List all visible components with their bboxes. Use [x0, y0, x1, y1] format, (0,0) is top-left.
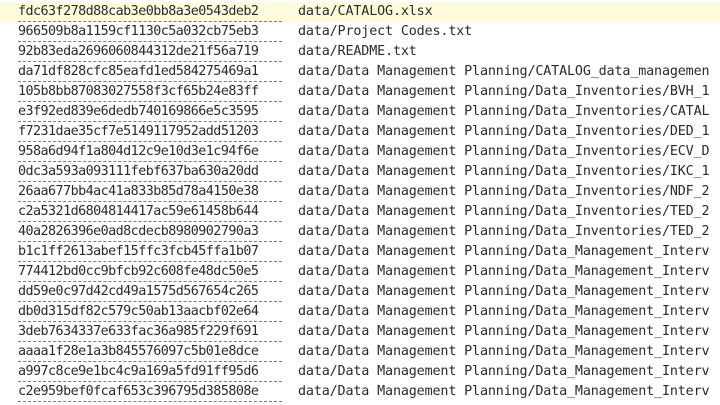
- checksum: 958a6d94f1a804d12c9e10d3e1c94f6e: [18, 142, 282, 162]
- text-line[interactable]: 92b83eda2696060844312de21f56a719 data/RE…: [0, 42, 720, 62]
- text-line[interactable]: c2e959bef0fcaf653c396795d385808e data/Da…: [0, 382, 720, 402]
- text-line[interactable]: da71df828cfc85eafd1ed584275469a1 data/Da…: [0, 62, 720, 82]
- checksum: b1c1ff2613abef15ffc3fcb45ffa1b07: [18, 242, 282, 262]
- file-path: data/Data Management Planning/Data_Manag…: [298, 284, 710, 299]
- file-path: data/Data Management Planning/Data_Manag…: [298, 344, 710, 359]
- file-path: data/Data Management Planning/CATALOG_da…: [298, 64, 710, 79]
- checksum: 105b8bb87083027558f3cf65b24e83ff: [18, 82, 282, 102]
- file-path: data/Data Management Planning/Data_Inven…: [298, 204, 710, 219]
- file-path: data/Data Management Planning/Data_Inven…: [298, 224, 710, 239]
- checksum: 26aa677bb4ac41a833b85d78a4150e38: [18, 182, 282, 202]
- text-editor[interactable]: fdc63f278d88cab3e0bb8a3e0543deb2 data/CA…: [0, 0, 720, 405]
- text-line[interactable]: 40a2826396e0ad8cdecb8980902790a3 data/Da…: [0, 222, 720, 242]
- text-line[interactable]: 3deb7634337e633fac36a985f229f691 data/Da…: [0, 322, 720, 342]
- text-line[interactable]: 0dc3a593a093111febf637ba630a20dd data/Da…: [0, 162, 720, 182]
- text-line[interactable]: dd59e0c97d42cd49a1575d567654c265 data/Da…: [0, 282, 720, 302]
- checksum: c2e959bef0fcaf653c396795d385808e: [18, 382, 282, 402]
- file-path: data/Data Management Planning/Data_Manag…: [298, 264, 710, 279]
- file-path: data/Data Management Planning/Data_Inven…: [298, 144, 710, 159]
- file-path: data/Data Management Planning/Data_Inven…: [298, 124, 710, 139]
- checksum: dd59e0c97d42cd49a1575d567654c265: [18, 282, 282, 302]
- checksum: aaaa1f28e1a3b845576097c5b01e8dce: [18, 342, 282, 362]
- text-line[interactable]: f7231dae35cf7e5149117952add51203 data/Da…: [0, 122, 720, 142]
- checksum: 92b83eda2696060844312de21f56a719: [18, 42, 282, 62]
- text-line[interactable]: 966509b8a1159cf1130c5a032cb75eb3 data/Pr…: [0, 22, 720, 42]
- checksum: f7231dae35cf7e5149117952add51203: [18, 122, 282, 142]
- checksum: db0d315df82c579c50ab13aacbf02e64: [18, 302, 282, 322]
- checksum: 3deb7634337e633fac36a985f229f691: [18, 322, 282, 342]
- checksum: c2a5321d6804814417ac59e61458b644: [18, 202, 282, 222]
- file-path: data/Data Management Planning/Data_Inven…: [298, 84, 710, 99]
- text-line[interactable]: 774412bd0cc9bfcb92c608fe48dc50e5 data/Da…: [0, 262, 720, 282]
- checksum: e3f92ed839e6dedb740169866e5c3595: [18, 102, 282, 122]
- file-path: data/Data Management Planning/Data_Manag…: [298, 304, 710, 319]
- file-path: data/Data Management Planning/Data_Manag…: [298, 324, 710, 339]
- file-path: data/Data Management Planning/Data_Inven…: [298, 104, 710, 119]
- file-path: data/CATALOG.xlsx: [298, 4, 433, 19]
- file-path: data/Data Management Planning/Data_Inven…: [298, 164, 710, 179]
- checksum: 774412bd0cc9bfcb92c608fe48dc50e5: [18, 262, 282, 282]
- file-path: data/Project Codes.txt: [298, 24, 473, 39]
- file-path: data/Data Management Planning/Data_Manag…: [298, 364, 710, 379]
- checksum: 0dc3a593a093111febf637ba630a20dd: [18, 162, 282, 182]
- checksum: a997c8ce9e1bc4c9a169a5fd91ff95d6: [18, 362, 282, 382]
- checksum: 40a2826396e0ad8cdecb8980902790a3: [18, 222, 282, 242]
- file-path: data/Data Management Planning/Data_Inven…: [298, 184, 710, 199]
- file-path: data/README.txt: [298, 44, 417, 59]
- checksum: 966509b8a1159cf1130c5a032cb75eb3: [18, 22, 282, 42]
- text-line[interactable]: c2a5321d6804814417ac59e61458b644 data/Da…: [0, 202, 720, 222]
- file-path: data/Data Management Planning/Data_Manag…: [298, 244, 710, 259]
- text-line[interactable]: 26aa677bb4ac41a833b85d78a4150e38 data/Da…: [0, 182, 720, 202]
- text-line[interactable]: 958a6d94f1a804d12c9e10d3e1c94f6e data/Da…: [0, 142, 720, 162]
- text-line[interactable]: aaaa1f28e1a3b845576097c5b01e8dce data/Da…: [0, 342, 720, 362]
- text-line[interactable]: a997c8ce9e1bc4c9a169a5fd91ff95d6 data/Da…: [0, 362, 720, 382]
- checksum: da71df828cfc85eafd1ed584275469a1: [18, 62, 282, 82]
- checksum: fdc63f278d88cab3e0bb8a3e0543deb2: [18, 2, 282, 22]
- text-line[interactable]: 105b8bb87083027558f3cf65b24e83ff data/Da…: [0, 82, 720, 102]
- text-line[interactable]: fdc63f278d88cab3e0bb8a3e0543deb2 data/CA…: [0, 2, 720, 22]
- file-path: data/Data Management Planning/Data_Manag…: [298, 384, 710, 399]
- text-line[interactable]: e3f92ed839e6dedb740169866e5c3595 data/Da…: [0, 102, 720, 122]
- text-line[interactable]: db0d315df82c579c50ab13aacbf02e64 data/Da…: [0, 302, 720, 322]
- text-line[interactable]: b1c1ff2613abef15ffc3fcb45ffa1b07 data/Da…: [0, 242, 720, 262]
